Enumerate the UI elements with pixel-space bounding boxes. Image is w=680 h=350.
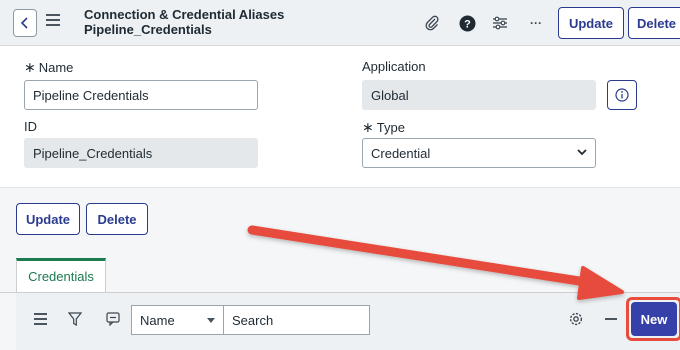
tab-credentials[interactable]: Credentials	[16, 258, 106, 292]
application-info-button[interactable]	[607, 80, 637, 110]
name-label: ∗ Name	[24, 59, 74, 75]
personalize-form-icon[interactable]	[489, 12, 511, 34]
id-field: Pipeline_Credentials	[24, 138, 258, 168]
record-header: Connection & Credential Aliases Pipeline…	[0, 0, 680, 46]
required-mark: ∗	[24, 59, 36, 75]
back-button[interactable]	[13, 9, 37, 37]
record-table-name: Connection & Credential Aliases	[84, 7, 285, 22]
chevron-left-icon	[21, 17, 28, 29]
search-column-value: Name	[140, 312, 175, 328]
filter-icon[interactable]	[68, 312, 82, 326]
application-field: Global	[362, 80, 596, 110]
gear-icon[interactable]	[568, 311, 584, 327]
form-delete-button[interactable]: Delete	[86, 203, 148, 235]
chat-bubble-icon[interactable]	[106, 312, 120, 326]
header-update-button[interactable]: Update	[558, 7, 624, 39]
form-update-button[interactable]: Update	[16, 203, 80, 235]
new-button-highlight: New	[626, 297, 680, 341]
id-label: ID	[24, 119, 37, 134]
type-label: ∗ Type	[362, 119, 405, 135]
record-title: Connection & Credential Aliases Pipeline…	[84, 7, 284, 37]
more-options-icon[interactable]: ···	[525, 12, 547, 34]
new-button[interactable]: New	[631, 302, 677, 336]
record-form: ∗ Name Pipeline Credentials Application G…	[0, 46, 680, 188]
type-select[interactable]: Credential	[362, 138, 596, 168]
attachment-icon[interactable]	[421, 12, 443, 34]
search-input[interactable]: Search	[223, 305, 370, 335]
help-icon[interactable]: ?	[456, 12, 478, 34]
context-menu-icon[interactable]	[46, 14, 60, 28]
type-select-value: Credential	[371, 145, 431, 161]
search-column-select[interactable]: Name	[131, 305, 224, 335]
caret-down-icon	[207, 318, 215, 323]
collapse-icon[interactable]	[605, 318, 617, 320]
name-field[interactable]: Pipeline Credentials	[24, 80, 258, 110]
svg-text:?: ?	[464, 18, 471, 30]
info-icon	[615, 88, 629, 102]
header-delete-button[interactable]: Delete	[628, 7, 680, 39]
chevron-down-icon	[577, 149, 587, 156]
list-menu-icon[interactable]	[34, 313, 47, 325]
application-label: Application	[362, 59, 426, 74]
record-display-value: Pipeline_Credentials	[84, 22, 212, 37]
